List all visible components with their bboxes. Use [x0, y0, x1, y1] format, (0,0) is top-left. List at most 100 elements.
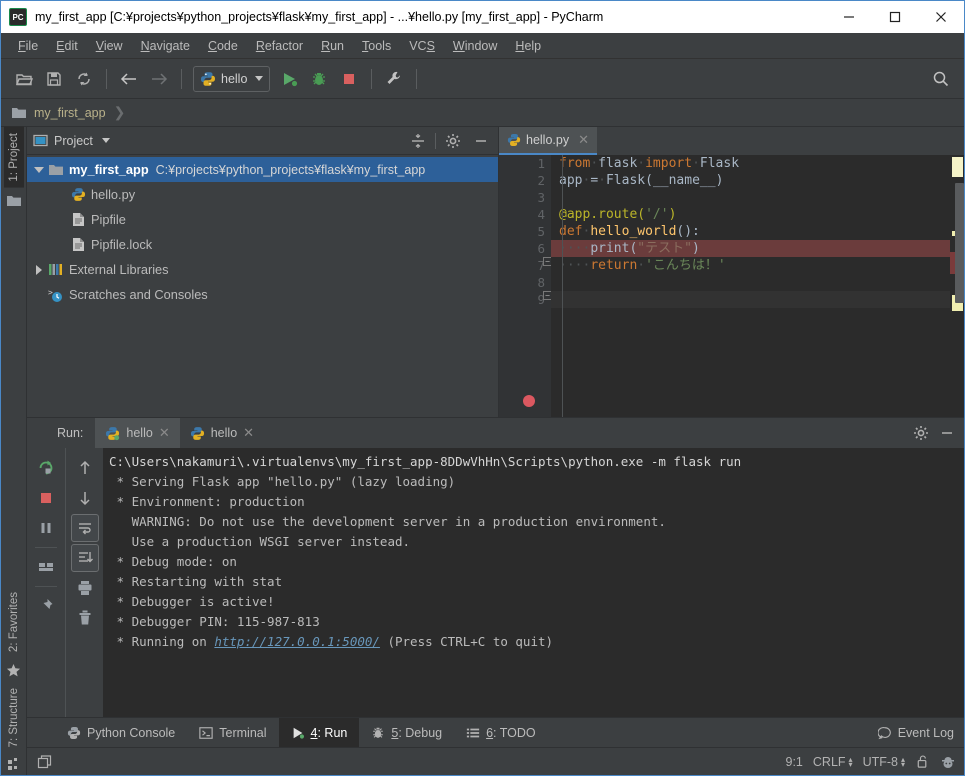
navigate-back-icon[interactable]: [114, 64, 144, 94]
up-arrow-icon[interactable]: [71, 454, 99, 482]
breakpoint-marker[interactable]: [523, 395, 535, 407]
editor-tab-bar: hello.py ✕: [499, 127, 964, 155]
editor-scrollbar-thumb[interactable]: [955, 183, 964, 303]
save-all-icon[interactable]: [39, 64, 69, 94]
menu-item-edit[interactable]: Edit: [47, 36, 87, 56]
menu-item-run[interactable]: Run: [312, 36, 353, 56]
code-line-8[interactable]: [551, 274, 950, 291]
gear-icon[interactable]: [910, 422, 932, 444]
menu-item-vcs[interactable]: VCS: [400, 36, 444, 56]
editor-gutter[interactable]: 1 2 3 4 5 6 7 8 9− −: [499, 155, 552, 417]
run-tab-hello-1[interactable]: hello ✕: [95, 418, 180, 448]
console-line-3: * Environment: production: [109, 494, 305, 509]
code-line-9[interactable]: [551, 291, 950, 308]
line-number: 4: [537, 207, 545, 222]
tree-node-external-libraries[interactable]: External Libraries: [27, 257, 498, 282]
scroll-to-end-icon[interactable]: [70, 544, 99, 572]
sidebar-tab-structure[interactable]: 7: Structure: [4, 682, 24, 753]
rerun-icon[interactable]: [32, 454, 60, 482]
menu-item-refactor[interactable]: Refactor: [247, 36, 312, 56]
down-arrow-icon[interactable]: [71, 484, 99, 512]
menu-item-help[interactable]: Help: [506, 36, 550, 56]
layout-icon[interactable]: [32, 553, 60, 581]
collapse-all-icon[interactable]: [407, 130, 429, 152]
pin-icon[interactable]: [32, 592, 60, 620]
code-line-7[interactable]: ····return·'こんちは！': [551, 257, 950, 274]
run-console-output[interactable]: C:\Users\nakamuri\.virtualenvs\my_first_…: [103, 448, 964, 717]
menu-item-view[interactable]: View: [87, 36, 132, 56]
encoding-selector[interactable]: UTF-8 ▴ ▾: [863, 755, 905, 769]
debug-button[interactable]: [304, 64, 334, 94]
project-header-separator: [435, 132, 436, 149]
menu-item-file[interactable]: File: [9, 36, 47, 56]
tree-node-hello-py[interactable]: hello.py: [27, 182, 498, 207]
close-icon[interactable]: ✕: [159, 425, 170, 441]
hide-panel-icon[interactable]: [470, 130, 492, 152]
code-line-1[interactable]: from·flask·import·Flask: [551, 155, 950, 172]
lock-icon[interactable]: [915, 754, 930, 769]
soft-wrap-icon[interactable]: [70, 514, 99, 542]
close-button[interactable]: [918, 1, 964, 33]
expand-arrow-down-icon[interactable]: [31, 166, 47, 173]
settings-wrench-icon[interactable]: [379, 64, 409, 94]
line-separator-selector[interactable]: CRLF ▴ ▾: [813, 755, 853, 769]
tree-node-pipfile-lock[interactable]: Pipfile.lock: [27, 232, 498, 257]
code-line-3[interactable]: [551, 189, 950, 206]
synchronize-icon[interactable]: [69, 64, 99, 94]
breadcrumb-item-project[interactable]: my_first_app: [34, 106, 106, 120]
open-project-icon[interactable]: [9, 64, 39, 94]
editor-tab-hello-py[interactable]: hello.py ✕: [499, 127, 597, 155]
sidebar-tab-favorites[interactable]: 2: Favorites: [4, 586, 24, 658]
bottom-tab-4-run[interactable]: 4: Run: [278, 717, 360, 748]
caret-position[interactable]: 9:1: [786, 755, 803, 769]
minimize-button[interactable]: [826, 1, 872, 33]
run-button[interactable]: [274, 64, 304, 94]
run-tab-hello-2[interactable]: hello ✕: [180, 418, 264, 448]
pause-icon[interactable]: [32, 514, 60, 542]
print-icon[interactable]: [71, 574, 99, 602]
tree-node-scratches-and-consoles[interactable]: >_ Scratches and Consoles: [27, 282, 498, 307]
close-icon[interactable]: ✕: [243, 425, 254, 441]
project-view-chevron-down-icon[interactable]: [101, 138, 110, 143]
menu-item-navigate[interactable]: Navigate: [132, 36, 199, 56]
line-number: 8: [537, 275, 545, 290]
code-line-6[interactable]: ····print("テスト"): [551, 240, 950, 257]
sidebar-tab-project[interactable]: 1: Project: [3, 127, 24, 188]
status-bar: 9:1 CRLF ▴ ▾ UTF-8 ▴ ▾: [27, 747, 964, 775]
bottom-tab-5-debug[interactable]: 5: Debug: [359, 718, 454, 748]
run-tool-window: Run: hello ✕ hello ✕ C:\Users\nakamuri\.…: [27, 417, 964, 717]
bottom-tab-label: 6: TODO: [486, 725, 536, 740]
bottom-tab-python-console[interactable]: Python Console: [55, 718, 187, 748]
maximize-button[interactable]: [872, 1, 918, 33]
bottom-tab-terminal[interactable]: Terminal: [187, 718, 278, 748]
expand-arrow-right-icon[interactable]: [31, 264, 47, 275]
tree-node-my_first_app[interactable]: my_first_app C:¥projects¥python_projects¥…: [27, 157, 498, 182]
event-log-button[interactable]: Event Log: [877, 726, 954, 740]
tree-node-pipfile[interactable]: Pipfile: [27, 207, 498, 232]
stripe-mark-top[interactable]: [952, 157, 963, 177]
code-line-2[interactable]: app·=·Flask(__name__): [551, 172, 950, 189]
gear-icon[interactable]: [442, 130, 464, 152]
navigate-forward-icon[interactable]: [144, 64, 174, 94]
bottom-tab-6-todo[interactable]: 6: TODO: [454, 718, 548, 748]
search-everywhere-icon[interactable]: [926, 64, 956, 94]
line-number: 5: [537, 224, 545, 239]
hide-panel-icon[interactable]: [936, 422, 958, 444]
menu-item-window[interactable]: Window: [444, 36, 506, 56]
stop-icon[interactable]: [32, 484, 60, 512]
console-link[interactable]: http://127.0.0.1:5000/: [214, 634, 380, 649]
menu-item-code[interactable]: Code: [199, 36, 247, 56]
close-icon[interactable]: ✕: [578, 132, 589, 148]
run-configuration-selector[interactable]: hello: [193, 65, 271, 92]
text-file-icon: [69, 237, 87, 252]
code-line-4[interactable]: @app.route('/'): [551, 206, 950, 223]
toggle-layout-icon[interactable]: [37, 754, 53, 770]
error-stripe[interactable]: [950, 155, 964, 417]
stop-button[interactable]: [334, 64, 364, 94]
trash-icon[interactable]: [71, 604, 99, 632]
code-text[interactable]: from·flask·import·Flask app·=·Flask(__nam…: [551, 155, 950, 417]
run-toolbar-col-2: [65, 448, 103, 717]
code-line-5[interactable]: def·hello_world():: [551, 223, 950, 240]
hector-icon[interactable]: [940, 754, 956, 770]
menu-item-tools[interactable]: Tools: [353, 36, 400, 56]
